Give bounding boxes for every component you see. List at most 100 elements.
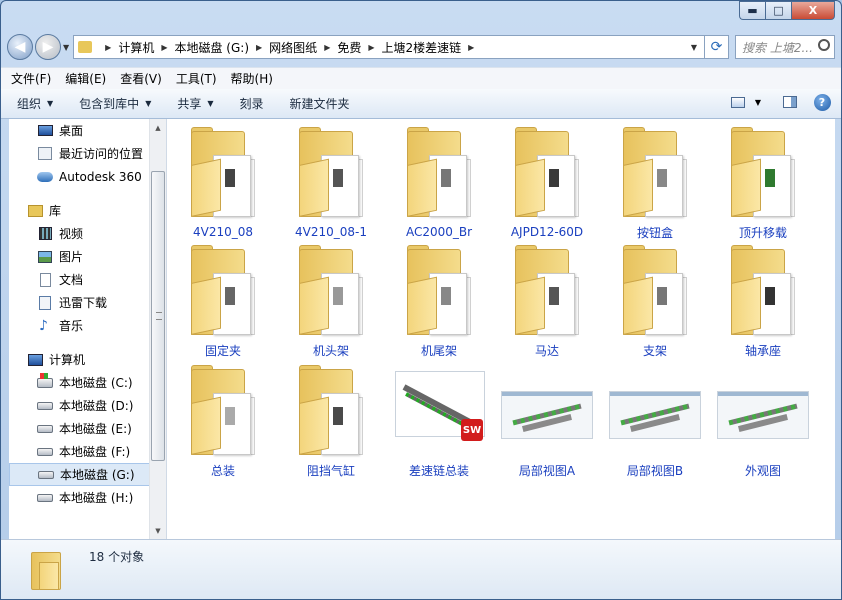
file-item[interactable]: 马达	[495, 243, 599, 359]
file-item[interactable]: AC2000_Br	[387, 125, 491, 241]
chevron-right-icon[interactable]: ▶	[368, 43, 374, 52]
share-label: 共享	[177, 97, 202, 111]
scroll-down-arrow-icon[interactable]: ▼	[150, 522, 166, 539]
file-item[interactable]: 阻挡气缸	[279, 363, 383, 479]
recent-pages-dropdown[interactable]: ▼	[63, 43, 69, 52]
sidebar-item-music[interactable]: ♪ 音乐	[9, 314, 166, 337]
sidebar-item-recent-places[interactable]: 最近访问的位置	[9, 142, 166, 165]
image-thumbnail	[605, 363, 705, 458]
refresh-button[interactable]: ⟳	[705, 35, 729, 59]
breadcrumb-current-folder[interactable]: 上塘2楼差速链	[382, 39, 462, 56]
back-arrow-icon: ◀	[14, 39, 26, 55]
folder-icon	[389, 125, 489, 221]
search-input[interactable]: 搜索 上塘2...	[735, 35, 835, 59]
minimize-button[interactable]: ▬	[739, 1, 765, 20]
libraries-icon	[27, 204, 43, 218]
sidebar-item-autodesk-360[interactable]: Autodesk 360	[9, 165, 166, 188]
sidebar-item-drive-g[interactable]: 本地磁盘 (G:)	[9, 463, 166, 486]
folder-icon	[173, 363, 273, 458]
change-view-button[interactable]	[729, 93, 747, 111]
file-item-label: 支架	[642, 344, 667, 358]
chevron-right-icon[interactable]: ▶	[161, 43, 167, 52]
sidebar-item-videos[interactable]: 视频	[9, 222, 166, 245]
menu-view[interactable]: 查看(V)	[120, 70, 162, 87]
file-item-label: 阻挡气缸	[306, 464, 355, 478]
solidworks-logo-icon: SW	[461, 419, 483, 441]
folder-icon	[389, 243, 489, 338]
drive-icon	[37, 422, 53, 436]
scrollbar-thumb[interactable]	[151, 171, 165, 461]
sidebar-item-drive-c[interactable]: 本地磁盘 (C:)	[9, 371, 166, 394]
chevron-right-icon[interactable]: ▶	[105, 43, 111, 52]
new-folder-button[interactable]: 新建文件夹	[290, 95, 350, 112]
sidebar-item-computer[interactable]: 计算机	[9, 348, 166, 371]
file-item[interactable]: 局部视图B	[603, 363, 707, 479]
scroll-up-arrow-icon[interactable]: ▲	[150, 119, 166, 136]
file-item[interactable]: 外观图	[711, 363, 815, 479]
organize-button[interactable]: 组织 ▼	[17, 95, 53, 112]
include-in-library-button[interactable]: 包含到库中 ▼	[79, 95, 151, 112]
chevron-right-icon[interactable]: ▶	[256, 43, 262, 52]
sidebar-item-libraries[interactable]: 库	[9, 199, 166, 222]
sidebar-item-drive-h[interactable]: 本地磁盘 (H:)	[9, 486, 166, 509]
file-item[interactable]: 机头架	[279, 243, 383, 359]
file-item-label: 外观图	[744, 464, 781, 478]
scroll-grip	[156, 312, 162, 320]
folder-icon	[497, 243, 597, 338]
organize-label: 组织	[17, 97, 42, 111]
file-item[interactable]: 4V210_08-1	[279, 125, 383, 241]
menu-tools[interactable]: 工具(T)	[176, 70, 217, 87]
file-item[interactable]: 轴承座	[711, 243, 815, 359]
file-item[interactable]: 4V210_08	[171, 125, 275, 241]
chevron-right-icon[interactable]: ▶	[324, 43, 330, 52]
sidebar-item-desktop[interactable]: 桌面	[9, 119, 166, 142]
file-item[interactable]: 总装	[171, 363, 275, 479]
maximize-button[interactable]: □	[765, 1, 791, 20]
file-item-label: 总装	[210, 464, 235, 478]
close-button[interactable]: X	[791, 1, 835, 20]
chevron-right-icon[interactable]: ▶	[468, 43, 474, 52]
search-icon[interactable]	[818, 39, 830, 51]
breadcrumb-computer[interactable]: 计算机	[118, 39, 154, 56]
help-button[interactable]: ?	[813, 93, 831, 111]
sidebar-item-label: 迅雷下载	[59, 296, 108, 310]
burn-button[interactable]: 刻录	[240, 95, 264, 112]
sidebar-item-label: 计算机	[49, 353, 86, 367]
sidebar-item-drive-e[interactable]: 本地磁盘 (E:)	[9, 417, 166, 440]
share-button[interactable]: 共享 ▼	[177, 95, 213, 112]
file-item[interactable]: 局部视图A	[495, 363, 599, 479]
refresh-icon: ⟳	[710, 39, 723, 55]
navigation-row: ◀ ▶ ▼ ▶ 计算机 ▶ 本地磁盘 (G:) ▶ 网络图纸 ▶ 免费 ▶ 上塘…	[7, 31, 835, 63]
navigation-pane-scrollbar[interactable]: ▲ ▼	[149, 119, 166, 539]
sidebar-item-drive-f[interactable]: 本地磁盘 (F:)	[9, 440, 166, 463]
breadcrumb-drive-g[interactable]: 本地磁盘 (G:)	[174, 39, 249, 56]
preview-pane-button[interactable]	[781, 93, 799, 111]
menu-help[interactable]: 帮助(H)	[231, 70, 273, 87]
file-item[interactable]: SW 差速链总装	[387, 363, 491, 479]
address-dropdown[interactable]: ▼	[686, 36, 702, 58]
breadcrumb-network-drawings[interactable]: 网络图纸	[269, 39, 317, 56]
file-item[interactable]: 顶升移载	[711, 125, 815, 241]
file-item[interactable]: AJPD12-60D	[495, 125, 599, 241]
music-icon: ♪	[39, 317, 48, 334]
desktop-icon	[37, 124, 53, 138]
forward-button[interactable]: ▶	[35, 34, 61, 60]
file-item[interactable]: 固定夹	[171, 243, 275, 359]
sidebar-item-pictures[interactable]: 图片	[9, 245, 166, 268]
folder-icon	[281, 363, 381, 458]
file-item[interactable]: 支架	[603, 243, 707, 359]
menu-file[interactable]: 文件(F)	[11, 70, 51, 87]
file-item[interactable]: 机尾架	[387, 243, 491, 359]
view-options-dropdown[interactable]: ▼	[749, 93, 767, 111]
details-pane: 18 个对象	[1, 539, 841, 599]
sidebar-item-thunder-downloads[interactable]: 迅雷下载	[9, 291, 166, 314]
address-bar[interactable]: ▶ 计算机 ▶ 本地磁盘 (G:) ▶ 网络图纸 ▶ 免费 ▶ 上塘2楼差速链 …	[73, 35, 705, 59]
file-item[interactable]: 按钮盒	[603, 125, 707, 241]
back-button[interactable]: ◀	[7, 34, 33, 60]
file-item-label: AJPD12-60D	[510, 225, 584, 239]
sidebar-item-drive-d[interactable]: 本地磁盘 (D:)	[9, 394, 166, 417]
breadcrumb-free[interactable]: 免费	[337, 39, 361, 56]
menu-bar: 文件(F) 编辑(E) 查看(V) 工具(T) 帮助(H)	[1, 67, 841, 89]
sidebar-item-documents[interactable]: 文档	[9, 268, 166, 291]
menu-edit[interactable]: 编辑(E)	[65, 70, 106, 87]
